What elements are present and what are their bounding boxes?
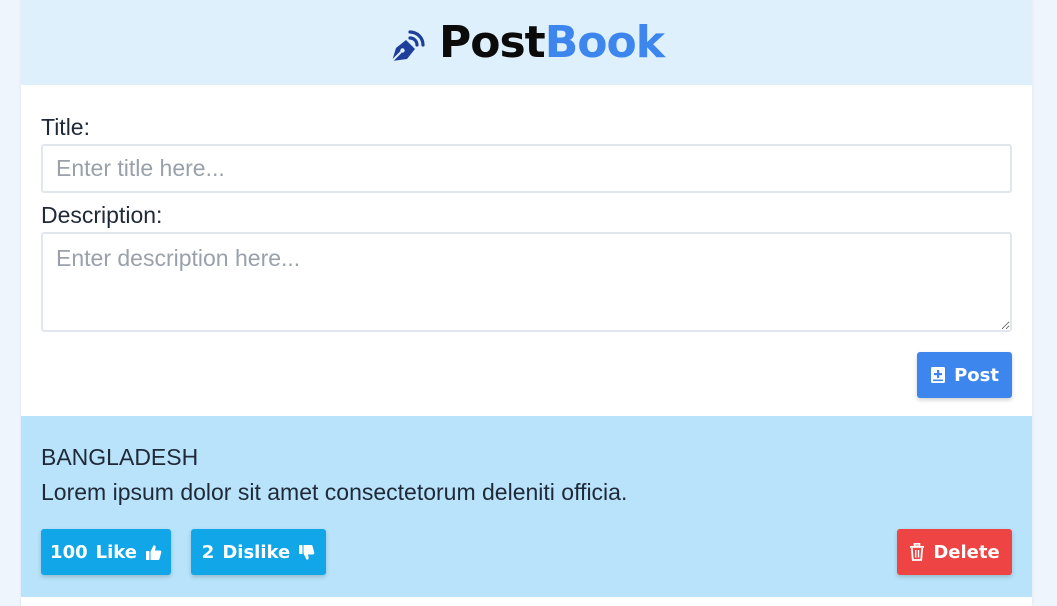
post-card: BANGLADESH Lorem ipsum dolor sit amet co…	[21, 416, 1032, 597]
logo-text-post: Post	[439, 16, 546, 68]
post-button-label: Post	[954, 364, 999, 386]
description-textarea[interactable]	[41, 232, 1012, 332]
reaction-buttons: 100 Like 2 Dislike	[41, 529, 326, 575]
like-count: 100	[50, 541, 88, 563]
add-document-icon	[930, 366, 946, 384]
dislike-label: Dislike	[222, 541, 291, 563]
thumbs-up-icon	[145, 544, 162, 561]
title-input[interactable]	[41, 144, 1012, 193]
trash-icon	[909, 543, 925, 561]
form-actions: Post	[41, 352, 1012, 398]
post-button[interactable]: Post	[917, 352, 1012, 398]
post-actions: 100 Like 2 Dislike Delete	[41, 529, 1012, 575]
like-button[interactable]: 100 Like	[41, 529, 171, 575]
like-label: Like	[95, 541, 137, 563]
fountain-pen-icon	[389, 26, 427, 64]
delete-label: Delete	[933, 541, 1000, 563]
thumbs-down-icon	[298, 544, 315, 561]
dislike-button[interactable]: 2 Dislike	[191, 529, 326, 575]
app-header: PostBook	[21, 0, 1032, 85]
dislike-count: 2	[201, 541, 215, 563]
post-description: Lorem ipsum dolor sit amet consectetorum…	[41, 479, 628, 505]
delete-button[interactable]: Delete	[897, 529, 1012, 575]
app-logo-text: PostBook	[439, 20, 665, 65]
logo-text-book: Book	[544, 16, 665, 68]
description-label: Description:	[41, 202, 163, 228]
post-title: BANGLADESH	[41, 444, 199, 470]
app-container: PostBook Title: Description: Post B	[21, 0, 1032, 606]
new-post-form: Title: Description: Post	[21, 85, 1032, 416]
title-label: Title:	[41, 114, 90, 140]
